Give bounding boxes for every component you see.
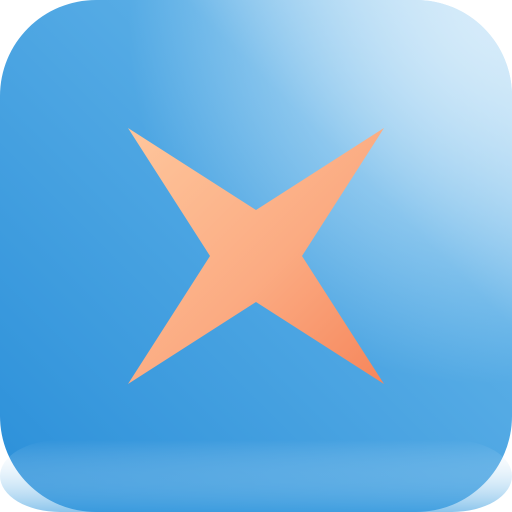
app-icon	[0, 0, 512, 512]
app-icon-canvas	[0, 0, 512, 512]
icon-bottom-edge	[0, 440, 512, 512]
